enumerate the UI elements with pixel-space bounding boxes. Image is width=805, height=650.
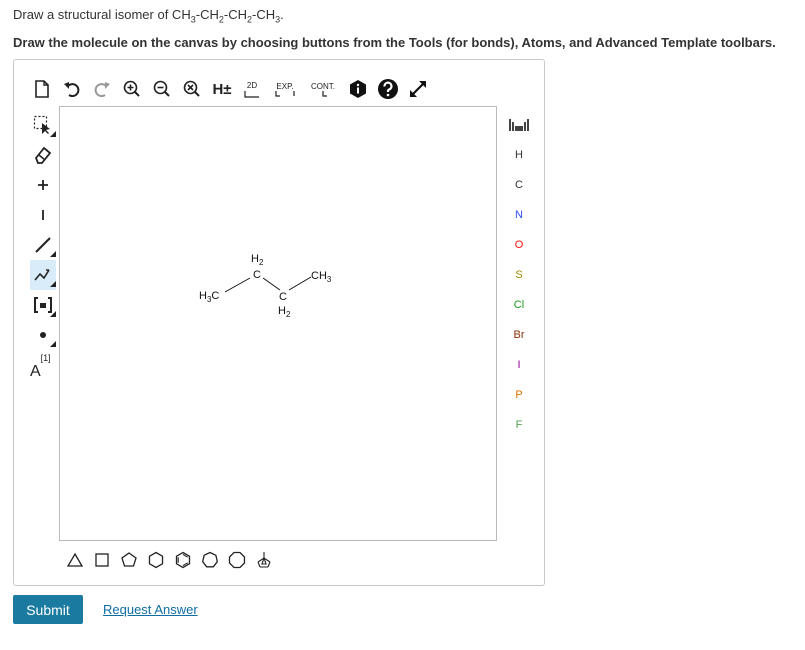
benzene-icon[interactable] [172,549,194,571]
redo-icon[interactable] [90,78,114,100]
hydrogen-toggle-button[interactable]: H± [210,78,234,100]
new-document-icon[interactable] [30,78,54,100]
info-icon[interactable] [346,78,370,100]
atom-button-O[interactable]: O [504,230,534,260]
bracket-tool-icon[interactable] [30,290,56,320]
bond-3 [288,276,312,291]
atom-button-C[interactable]: C [504,170,534,200]
molecule-editor: H± 2D EXP. CONT. A [1] H3C H2 C C H2 CH3… [13,59,545,586]
template-toolbar [64,545,280,575]
molecule-drawing: H3C H2 C C H2 CH3 [199,253,332,319]
atom-button-Br[interactable]: Br [504,320,534,350]
eraser-icon[interactable] [30,140,56,170]
single-bond-icon[interactable] [30,230,56,260]
atom-button-H[interactable]: H [504,140,534,170]
radical-dot-icon[interactable] [30,320,56,350]
atom-label-tool-glyph: A [30,363,41,380]
atom-ch3-left: H3C [199,290,219,304]
expand-button[interactable]: EXP. [270,78,300,100]
instruction-text: Draw the molecule on the canvas by choos… [13,35,776,50]
cyclobutane-icon[interactable] [91,549,113,571]
undo-icon[interactable] [60,78,84,100]
cyclohexane-icon[interactable] [145,549,167,571]
charge-plus-icon[interactable] [30,170,56,200]
top-toolbar: H± 2D EXP. CONT. [30,77,436,101]
contract-button[interactable]: CONT. [306,78,340,100]
contract-label: CONT. [311,81,335,91]
atoms-toolbar: H C N O S Cl Br I P F [504,110,534,440]
zoom-out-icon[interactable] [150,78,174,100]
atom-ch2-top-h: H2 [251,253,264,267]
bond-1 [224,277,251,293]
custom-template-icon[interactable] [253,549,275,571]
atom-label-tool-sup: [1] [40,353,51,363]
clean-2d-label: 2D [246,80,258,90]
tools-toolbar: A [1] [30,110,56,380]
atom-button-F[interactable]: F [504,410,534,440]
atom-ch3-right: CH3 [311,270,332,284]
cyclopentane-icon[interactable] [118,549,140,571]
atom-ch2-bottom-c: C [279,291,287,303]
cyclopropane-icon[interactable] [64,549,86,571]
zoom-in-icon[interactable] [120,78,144,100]
fullscreen-icon[interactable] [406,78,430,100]
charge-minus-icon[interactable] [30,200,56,230]
bond-2 [262,277,281,291]
atom-button-P[interactable]: P [504,380,534,410]
drawing-canvas[interactable]: H3C H2 C C H2 CH3 [59,106,497,541]
cyclooctane-icon[interactable] [226,549,248,571]
chain-tool-icon[interactable] [30,260,56,290]
periodic-table-icon[interactable] [504,110,534,140]
question-text: Draw a structural isomer of CH3-CH2-CH2-… [13,7,284,25]
selection-tool-icon[interactable] [30,110,56,140]
atom-button-N[interactable]: N [504,200,534,230]
atom-ch2-top-c: C [253,269,261,281]
help-icon[interactable] [376,78,400,100]
atom-button-I[interactable]: I [504,350,534,380]
expand-label: EXP. [276,81,294,91]
clean-2d-button[interactable]: 2D [240,78,264,100]
atom-button-Cl[interactable]: Cl [504,290,534,320]
atom-ch2-bottom-h: H2 [278,305,291,319]
cycloheptane-icon[interactable] [199,549,221,571]
request-answer-link[interactable]: Request Answer [103,602,198,617]
atom-label-tool-button[interactable]: A [1] [30,350,56,380]
atom-button-S[interactable]: S [504,260,534,290]
zoom-reset-icon[interactable] [180,78,204,100]
submit-button[interactable]: Submit [13,595,83,624]
